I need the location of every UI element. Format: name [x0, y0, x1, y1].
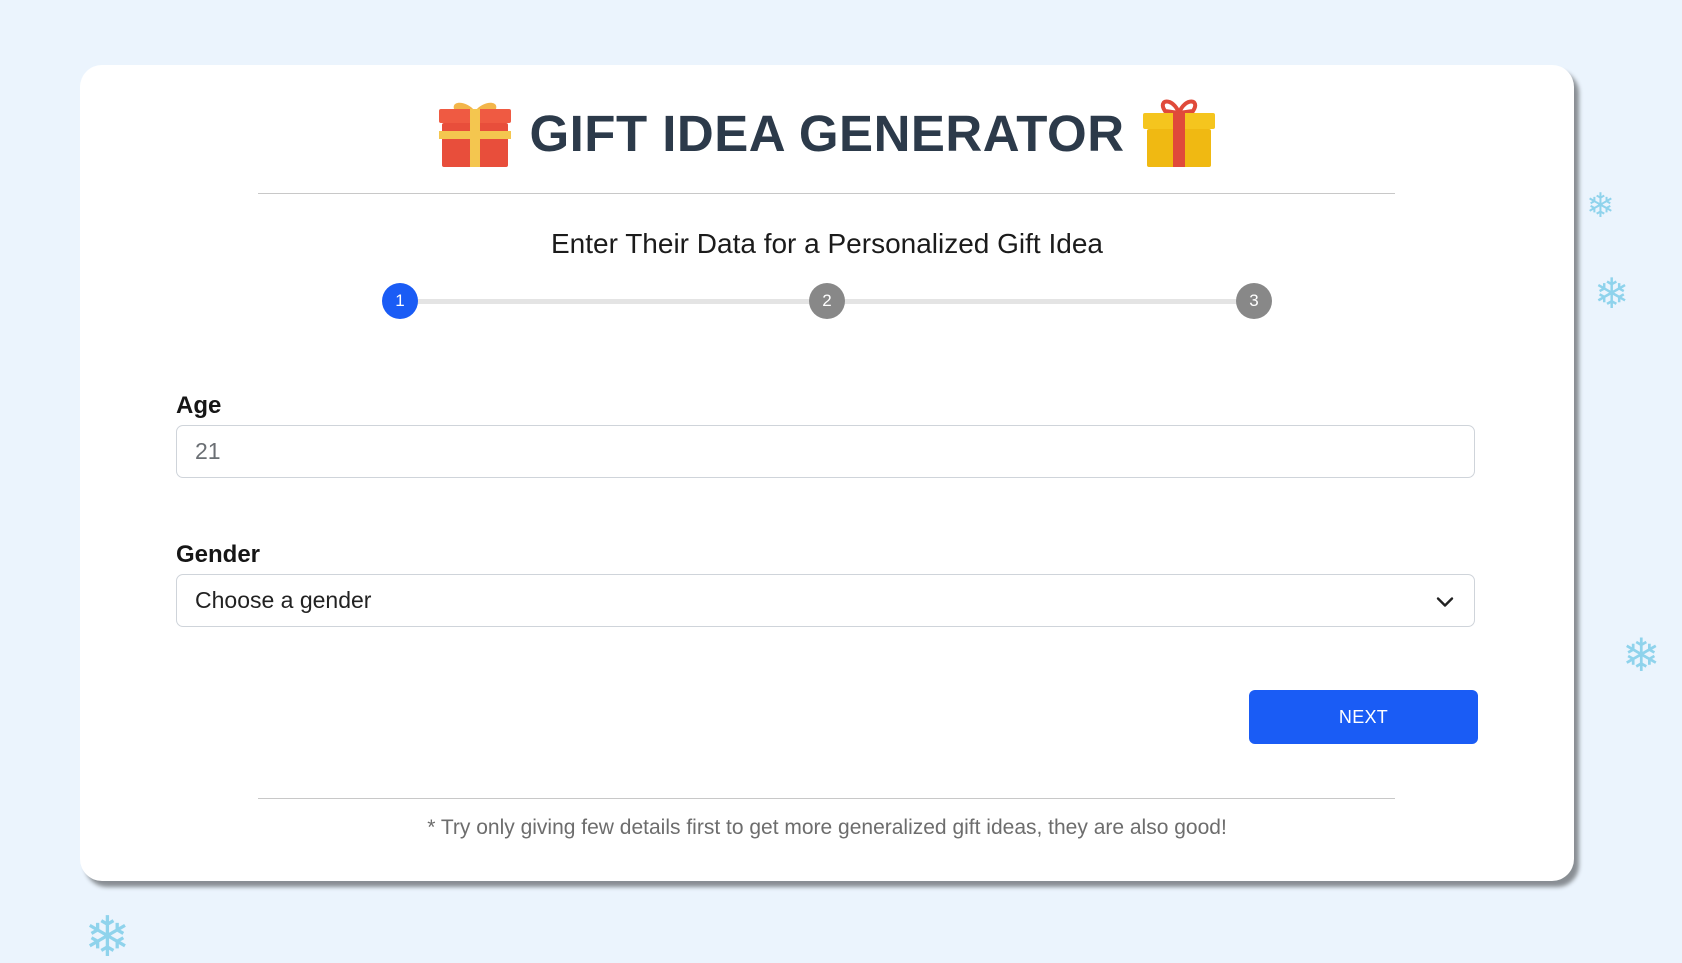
- gender-selected-value: Choose a gender: [195, 587, 372, 613]
- progress-stepper: 1 2 3: [382, 283, 1272, 319]
- age-label: Age: [176, 392, 222, 419]
- gift-red-icon: [439, 99, 512, 167]
- gender-label: Gender: [176, 541, 261, 568]
- gift-yellow-icon: [1142, 99, 1215, 167]
- page: ❄ ❄ ❄ ❄ GIFT IDEA GENERATOR Enter Their …: [0, 0, 1682, 963]
- snowflake-icon: ❄: [1586, 186, 1615, 226]
- snowflake-icon: ❄: [1594, 269, 1630, 318]
- footnote: * Try only giving few details first to g…: [427, 816, 1227, 839]
- header: GIFT IDEA GENERATOR: [80, 99, 1574, 167]
- snowflake-icon: ❄: [84, 905, 131, 963]
- gender-select[interactable]: Choose a gender: [176, 574, 1475, 627]
- footer-divider: [258, 798, 1395, 799]
- step-1[interactable]: 1: [382, 283, 418, 319]
- header-divider: [258, 193, 1395, 194]
- form-subtitle: Enter Their Data for a Personalized Gift…: [551, 228, 1103, 259]
- snowflake-icon: ❄: [1622, 628, 1661, 682]
- page-title: GIFT IDEA GENERATOR: [529, 104, 1125, 162]
- gift-form-card: GIFT IDEA GENERATOR Enter Their Data for…: [80, 65, 1574, 881]
- step-3[interactable]: 3: [1236, 283, 1272, 319]
- age-value: 21: [195, 438, 221, 464]
- age-input[interactable]: 21: [176, 425, 1475, 478]
- step-2[interactable]: 2: [809, 283, 845, 319]
- next-button[interactable]: NEXT: [1249, 690, 1478, 744]
- chevron-down-icon: [1436, 587, 1454, 614]
